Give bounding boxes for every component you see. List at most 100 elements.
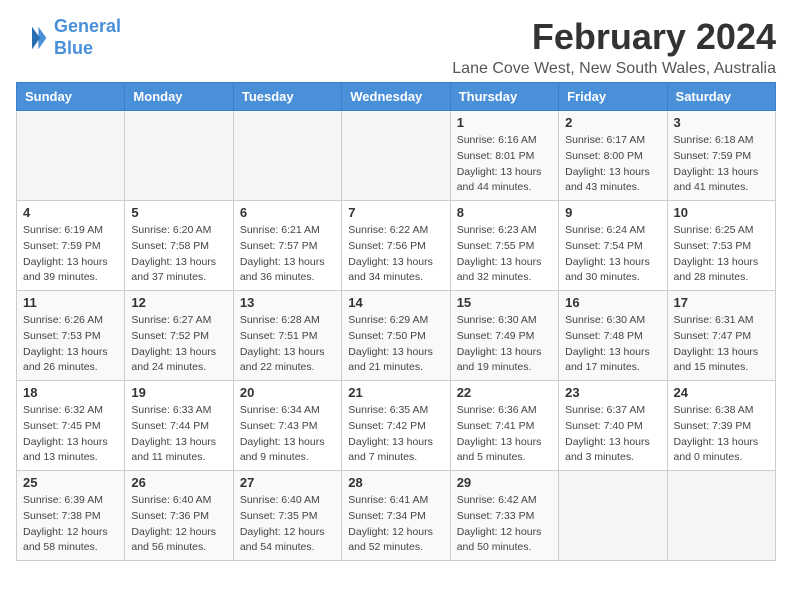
calendar-cell: 9 Sunrise: 6:24 AM Sunset: 7:54 PM Daylig…: [559, 201, 667, 291]
logo-line2: Blue: [54, 38, 93, 58]
day-info: Sunrise: 6:20 AM Sunset: 7:58 PM Dayligh…: [131, 223, 226, 286]
day-info: Sunrise: 6:36 AM Sunset: 7:41 PM Dayligh…: [457, 403, 552, 466]
day-number: 9: [565, 205, 660, 220]
day-info: Sunrise: 6:27 AM Sunset: 7:52 PM Dayligh…: [131, 313, 226, 376]
weekday-header-monday: Monday: [125, 83, 233, 111]
calendar-cell: 28 Sunrise: 6:41 AM Sunset: 7:34 PM Dayli…: [342, 471, 450, 561]
day-info: Sunrise: 6:21 AM Sunset: 7:57 PM Dayligh…: [240, 223, 335, 286]
day-number: 18: [23, 385, 118, 400]
day-info: Sunrise: 6:34 AM Sunset: 7:43 PM Dayligh…: [240, 403, 335, 466]
day-number: 6: [240, 205, 335, 220]
logo-text: General Blue: [54, 16, 121, 59]
day-info: Sunrise: 6:23 AM Sunset: 7:55 PM Dayligh…: [457, 223, 552, 286]
day-info: Sunrise: 6:18 AM Sunset: 7:59 PM Dayligh…: [674, 133, 769, 196]
day-info: Sunrise: 6:29 AM Sunset: 7:50 PM Dayligh…: [348, 313, 443, 376]
week-row-1: 1Sunrise: 6:16 AM Sunset: 8:01 PM Daylig…: [17, 111, 776, 201]
title-area: February 2024 Lane Cove West, New South …: [452, 16, 776, 78]
day-number: 21: [348, 385, 443, 400]
calendar-cell: 5 Sunrise: 6:20 AM Sunset: 7:58 PM Daylig…: [125, 201, 233, 291]
calendar-cell: 23 Sunrise: 6:37 AM Sunset: 7:40 PM Dayli…: [559, 381, 667, 471]
day-number: 23: [565, 385, 660, 400]
calendar-cell: 10Sunrise: 6:25 AM Sunset: 7:53 PM Dayli…: [667, 201, 775, 291]
day-number: 26: [131, 475, 226, 490]
calendar-cell: 15 Sunrise: 6:30 AM Sunset: 7:49 PM Dayli…: [450, 291, 558, 381]
week-row-5: 25 Sunrise: 6:39 AM Sunset: 7:38 PM Dayli…: [17, 471, 776, 561]
day-number: 12: [131, 295, 226, 310]
day-info: Sunrise: 6:30 AM Sunset: 7:49 PM Dayligh…: [457, 313, 552, 376]
day-number: 15: [457, 295, 552, 310]
calendar-cell: 25 Sunrise: 6:39 AM Sunset: 7:38 PM Dayli…: [17, 471, 125, 561]
calendar-cell: 11 Sunrise: 6:26 AM Sunset: 7:53 PM Dayli…: [17, 291, 125, 381]
calendar-cell: 7 Sunrise: 6:22 AM Sunset: 7:56 PM Daylig…: [342, 201, 450, 291]
calendar-cell: [125, 111, 233, 201]
calendar-cell: 21 Sunrise: 6:35 AM Sunset: 7:42 PM Dayli…: [342, 381, 450, 471]
day-info: Sunrise: 6:30 AM Sunset: 7:48 PM Dayligh…: [565, 313, 660, 376]
location-title: Lane Cove West, New South Wales, Austral…: [452, 60, 776, 78]
calendar-cell: 14 Sunrise: 6:29 AM Sunset: 7:50 PM Dayli…: [342, 291, 450, 381]
calendar-cell: [233, 111, 341, 201]
weekday-header-row: SundayMondayTuesdayWednesdayThursdayFrid…: [17, 83, 776, 111]
day-number: 24: [674, 385, 769, 400]
calendar-cell: 18 Sunrise: 6:32 AM Sunset: 7:45 PM Dayli…: [17, 381, 125, 471]
calendar-cell: 29Sunrise: 6:42 AM Sunset: 7:33 PM Dayli…: [450, 471, 558, 561]
day-info: Sunrise: 6:37 AM Sunset: 7:40 PM Dayligh…: [565, 403, 660, 466]
day-info: Sunrise: 6:17 AM Sunset: 8:00 PM Dayligh…: [565, 133, 660, 196]
day-number: 4: [23, 205, 118, 220]
logo: General Blue: [16, 16, 121, 59]
calendar-cell: 24 Sunrise: 6:38 AM Sunset: 7:39 PM Dayli…: [667, 381, 775, 471]
calendar-cell: 13Sunrise: 6:28 AM Sunset: 7:51 PM Dayli…: [233, 291, 341, 381]
calendar-table: SundayMondayTuesdayWednesdayThursdayFrid…: [16, 82, 776, 561]
day-number: 25: [23, 475, 118, 490]
day-number: 13: [240, 295, 335, 310]
day-info: Sunrise: 6:35 AM Sunset: 7:42 PM Dayligh…: [348, 403, 443, 466]
day-number: 7: [348, 205, 443, 220]
weekday-header-wednesday: Wednesday: [342, 83, 450, 111]
calendar-cell: 6 Sunrise: 6:21 AM Sunset: 7:57 PM Daylig…: [233, 201, 341, 291]
calendar-cell: 17 Sunrise: 6:31 AM Sunset: 7:47 PM Dayli…: [667, 291, 775, 381]
calendar-cell: 1Sunrise: 6:16 AM Sunset: 8:01 PM Daylig…: [450, 111, 558, 201]
day-number: 17: [674, 295, 769, 310]
day-number: 22: [457, 385, 552, 400]
day-info: Sunrise: 6:26 AM Sunset: 7:53 PM Dayligh…: [23, 313, 118, 376]
day-info: Sunrise: 6:24 AM Sunset: 7:54 PM Dayligh…: [565, 223, 660, 286]
calendar-cell: [559, 471, 667, 561]
day-info: Sunrise: 6:41 AM Sunset: 7:34 PM Dayligh…: [348, 493, 443, 556]
day-info: Sunrise: 6:32 AM Sunset: 7:45 PM Dayligh…: [23, 403, 118, 466]
week-row-3: 11 Sunrise: 6:26 AM Sunset: 7:53 PM Dayli…: [17, 291, 776, 381]
weekday-header-friday: Friday: [559, 83, 667, 111]
weekday-header-sunday: Sunday: [17, 83, 125, 111]
day-info: Sunrise: 6:31 AM Sunset: 7:47 PM Dayligh…: [674, 313, 769, 376]
day-number: 29: [457, 475, 552, 490]
day-number: 11: [23, 295, 118, 310]
calendar-cell: 16Sunrise: 6:30 AM Sunset: 7:48 PM Dayli…: [559, 291, 667, 381]
day-number: 14: [348, 295, 443, 310]
day-info: Sunrise: 6:16 AM Sunset: 8:01 PM Dayligh…: [457, 133, 552, 196]
week-row-2: 4 Sunrise: 6:19 AM Sunset: 7:59 PM Daylig…: [17, 201, 776, 291]
calendar-cell: [667, 471, 775, 561]
logo-line1: General: [54, 16, 121, 36]
calendar-cell: 2Sunrise: 6:17 AM Sunset: 8:00 PM Daylig…: [559, 111, 667, 201]
calendar-cell: 3 Sunrise: 6:18 AM Sunset: 7:59 PM Daylig…: [667, 111, 775, 201]
calendar-cell: 8Sunrise: 6:23 AM Sunset: 7:55 PM Daylig…: [450, 201, 558, 291]
calendar-cell: 19 Sunrise: 6:33 AM Sunset: 7:44 PM Dayli…: [125, 381, 233, 471]
weekday-header-tuesday: Tuesday: [233, 83, 341, 111]
day-number: 5: [131, 205, 226, 220]
day-info: Sunrise: 6:19 AM Sunset: 7:59 PM Dayligh…: [23, 223, 118, 286]
calendar-cell: 4 Sunrise: 6:19 AM Sunset: 7:59 PM Daylig…: [17, 201, 125, 291]
day-number: 20: [240, 385, 335, 400]
day-number: 27: [240, 475, 335, 490]
day-info: Sunrise: 6:38 AM Sunset: 7:39 PM Dayligh…: [674, 403, 769, 466]
month-title: February 2024: [452, 16, 776, 58]
day-info: Sunrise: 6:39 AM Sunset: 7:38 PM Dayligh…: [23, 493, 118, 556]
day-number: 3: [674, 115, 769, 130]
day-info: Sunrise: 6:40 AM Sunset: 7:36 PM Dayligh…: [131, 493, 226, 556]
day-info: Sunrise: 6:40 AM Sunset: 7:35 PM Dayligh…: [240, 493, 335, 556]
calendar-cell: 27 Sunrise: 6:40 AM Sunset: 7:35 PM Dayli…: [233, 471, 341, 561]
day-info: Sunrise: 6:22 AM Sunset: 7:56 PM Dayligh…: [348, 223, 443, 286]
day-number: 19: [131, 385, 226, 400]
weekday-header-thursday: Thursday: [450, 83, 558, 111]
weekday-header-saturday: Saturday: [667, 83, 775, 111]
day-info: Sunrise: 6:33 AM Sunset: 7:44 PM Dayligh…: [131, 403, 226, 466]
day-info: Sunrise: 6:25 AM Sunset: 7:53 PM Dayligh…: [674, 223, 769, 286]
day-number: 28: [348, 475, 443, 490]
